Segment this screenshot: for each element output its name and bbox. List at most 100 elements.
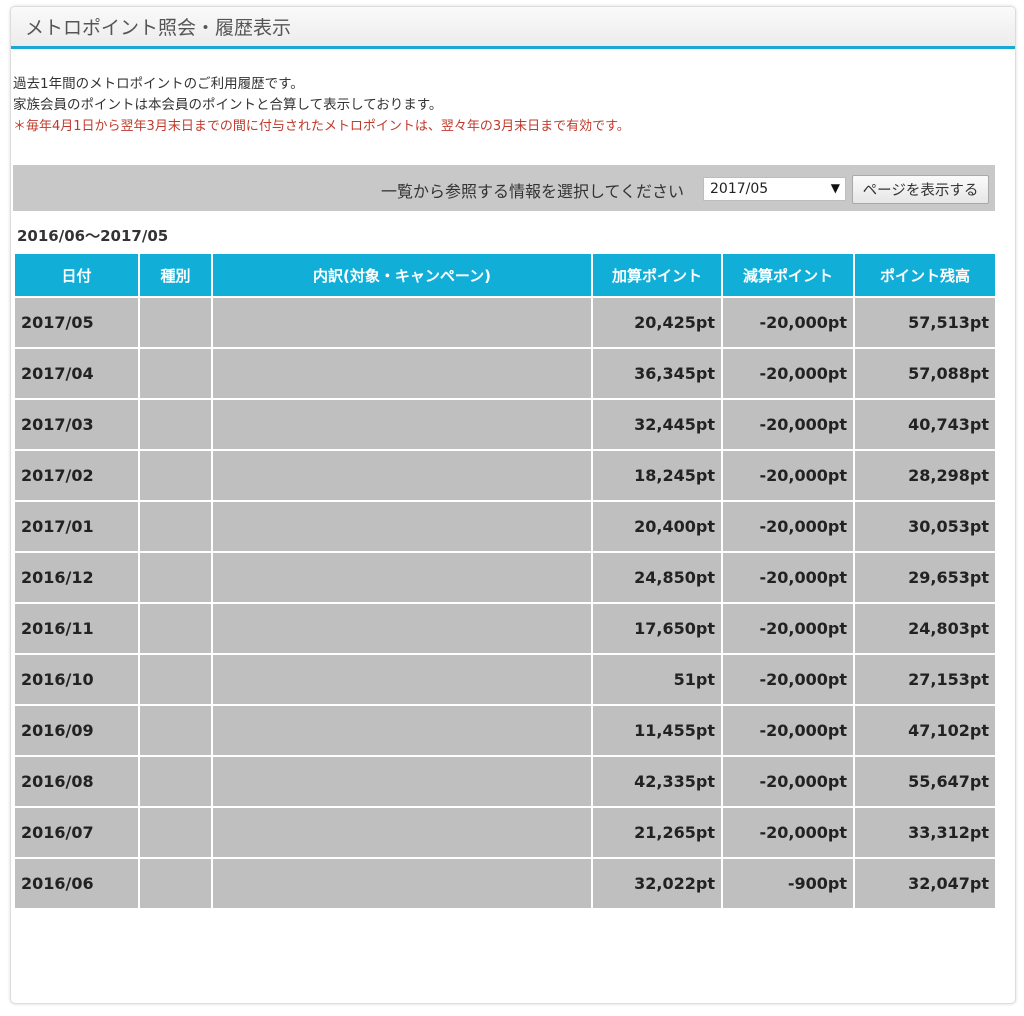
table-row: 2016/06 32,022pt -900pt 32,047pt [13,857,997,910]
table-row: 2017/02 18,245pt -20,000pt 28,298pt [13,449,997,502]
table-row: 2016/07 21,265pt -20,000pt 33,312pt [13,806,997,859]
cell-detail [211,449,593,502]
cell-date: 2017/03 [13,398,140,451]
cell-date: 2016/12 [13,551,140,604]
cell-added-points: 24,850pt [591,551,723,604]
cell-subtracted-points: -20,000pt [721,653,855,706]
table-row: 2016/12 24,850pt -20,000pt 29,653pt [13,551,997,604]
cell-date: 2016/08 [13,755,140,808]
cell-subtracted-points: -20,000pt [721,806,855,859]
cell-detail [211,602,593,655]
month-selector-bar: 一覧から参照する情報を選択してください 2017/05 ▼ ページを表示する [13,165,995,211]
cell-detail [211,806,593,859]
cell-date: 2016/09 [13,704,140,757]
cell-date: 2016/07 [13,806,140,859]
cell-detail [211,755,593,808]
cell-subtracted-points: -20,000pt [721,704,855,757]
cell-detail [211,398,593,451]
table-row: 2016/10 51pt -20,000pt 27,153pt [13,653,997,706]
validity-note: ＊毎年4月1日から翌年3月末日までの間に付与されたメトロポイントは、翌々年の3月… [13,119,630,134]
cell-balance: 24,803pt [853,602,997,655]
intro-line-1: 過去1年間のメトロポイントのご利用履歴です。 [13,76,304,92]
table-header-row: 日付 種別 内訳(対象・キャンペーン) 加算ポイント 減算ポイント ポイント残高 [13,252,997,298]
col-header-type: 種別 [138,252,213,298]
table-row: 2017/04 36,345pt -20,000pt 57,088pt [13,347,997,400]
col-header-balance: ポイント残高 [853,252,997,298]
cell-added-points: 32,445pt [591,398,723,451]
cell-subtracted-points: -20,000pt [721,755,855,808]
cell-added-points: 17,650pt [591,602,723,655]
cell-balance: 32,047pt [853,857,997,910]
cell-date: 2016/11 [13,602,140,655]
month-select-value: 2017/05 [710,181,769,197]
intro-text: 過去1年間のメトロポイントのご利用履歴です。 家族会員のポイントは本会員のポイン… [13,74,630,137]
cell-added-points: 32,022pt [591,857,723,910]
cell-added-points: 11,455pt [591,704,723,757]
show-page-button[interactable]: ページを表示する [852,175,989,204]
cell-added-points: 18,245pt [591,449,723,502]
cell-balance: 30,053pt [853,500,997,553]
table-row: 2016/09 11,455pt -20,000pt 47,102pt [13,704,997,757]
cell-added-points: 20,400pt [591,500,723,553]
cell-type [138,500,213,553]
cell-detail [211,551,593,604]
triangle-down-icon: ▼ [830,181,840,195]
cell-balance: 29,653pt [853,551,997,604]
col-header-detail: 内訳(対象・キャンペーン) [211,252,593,298]
cell-type [138,449,213,502]
cell-detail [211,653,593,706]
cell-balance: 33,312pt [853,806,997,859]
cell-balance: 57,513pt [853,296,997,349]
cell-type [138,806,213,859]
cell-balance: 40,743pt [853,398,997,451]
cell-added-points: 51pt [591,653,723,706]
cell-detail [211,500,593,553]
table-row: 2017/05 20,425pt -20,000pt 57,513pt [13,296,997,349]
points-history-table: 日付 種別 内訳(対象・キャンペーン) 加算ポイント 減算ポイント ポイント残高… [13,252,997,910]
page-title: メトロポイント照会・履歴表示 [25,17,292,39]
cell-detail [211,347,593,400]
cell-added-points: 21,265pt [591,806,723,859]
cell-detail [211,296,593,349]
cell-balance: 47,102pt [853,704,997,757]
cell-date: 2017/04 [13,347,140,400]
cell-detail [211,857,593,910]
cell-type [138,398,213,451]
col-header-subtracted: 減算ポイント [721,252,855,298]
cell-balance: 28,298pt [853,449,997,502]
cell-date: 2017/02 [13,449,140,502]
table-row: 2017/03 32,445pt -20,000pt 40,743pt [13,398,997,451]
cell-date: 2017/01 [13,500,140,553]
table-row: 2016/08 42,335pt -20,000pt 55,647pt [13,755,997,808]
selector-label: 一覧から参照する情報を選択してください [380,182,684,201]
col-header-added: 加算ポイント [591,252,723,298]
col-header-date: 日付 [13,252,140,298]
cell-subtracted-points: -20,000pt [721,551,855,604]
cell-subtracted-points: -900pt [721,857,855,910]
cell-subtracted-points: -20,000pt [721,449,855,502]
period-range: 2016/06～2017/05 [17,227,169,245]
cell-added-points: 42,335pt [591,755,723,808]
cell-type [138,857,213,910]
cell-type [138,704,213,757]
cell-balance: 55,647pt [853,755,997,808]
cell-type [138,296,213,349]
cell-type [138,347,213,400]
cell-added-points: 20,425pt [591,296,723,349]
table-row: 2017/01 20,400pt -20,000pt 30,053pt [13,500,997,553]
cell-subtracted-points: -20,000pt [721,296,855,349]
cell-type [138,755,213,808]
cell-added-points: 36,345pt [591,347,723,400]
cell-type [138,602,213,655]
cell-balance: 57,088pt [853,347,997,400]
cell-subtracted-points: -20,000pt [721,500,855,553]
cell-date: 2017/05 [13,296,140,349]
intro-line-2: 家族会員のポイントは本会員のポイントと合算して表示しております。 [13,97,443,113]
table-row: 2016/11 17,650pt -20,000pt 24,803pt [13,602,997,655]
panel-header: メトロポイント照会・履歴表示 [11,7,1015,49]
cell-subtracted-points: -20,000pt [721,398,855,451]
cell-date: 2016/10 [13,653,140,706]
month-select[interactable]: 2017/05 ▼ [703,177,846,201]
cell-type [138,653,213,706]
cell-balance: 27,153pt [853,653,997,706]
